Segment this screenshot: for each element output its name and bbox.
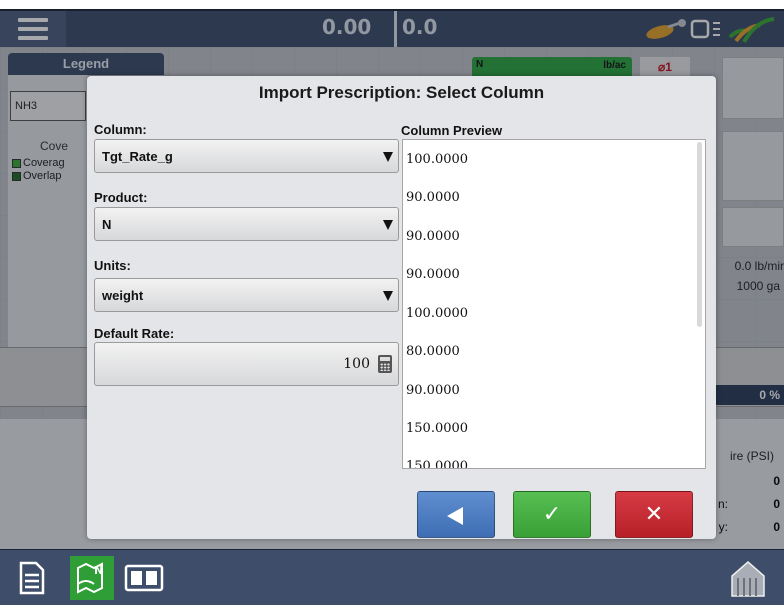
document-icon: [19, 561, 45, 595]
bottom-nav-bar: N: [0, 549, 784, 605]
list-item: 90.0000: [406, 229, 460, 244]
column-preview-label: Column Preview: [401, 123, 503, 138]
close-x-icon: ✕: [644, 502, 664, 527]
svg-text:N: N: [94, 564, 103, 577]
split-view-button[interactable]: [122, 556, 166, 600]
dialog-title: Import Prescription: Select Column: [258, 83, 545, 102]
chevron-down-icon: [383, 291, 393, 301]
list-item: 150.0000: [406, 421, 469, 436]
list-item: 90.0000: [406, 267, 460, 282]
app-screen: 0.00 0.0 Legend NH3 Cove Coverag Overlap…: [0, 0, 784, 605]
barn-button[interactable]: [726, 556, 770, 600]
list-item: 100.0000: [406, 152, 469, 167]
product-label: Product:: [94, 190, 148, 205]
units-dropdown[interactable]: weight: [94, 278, 399, 312]
back-arrow-icon: [447, 507, 463, 525]
back-button[interactable]: [417, 491, 495, 538]
product-value: N: [102, 217, 112, 232]
import-prescription-dialog: Import Prescription: Select Column Colum…: [87, 76, 716, 539]
barn-icon: [731, 561, 765, 597]
cancel-button[interactable]: ✕: [615, 491, 693, 538]
chevron-down-icon: [383, 152, 393, 162]
list-item: 90.0000: [406, 383, 460, 398]
default-rate-value: 100: [343, 356, 370, 372]
column-dropdown[interactable]: Tgt_Rate_g: [94, 139, 399, 173]
column-value: Tgt_Rate_g: [102, 149, 173, 164]
document-button[interactable]: [10, 556, 54, 600]
split-view-icon: [124, 564, 164, 592]
preview-scrollbar[interactable]: [697, 142, 702, 327]
list-item: 100.0000: [406, 306, 469, 321]
prescription-map-icon: N: [77, 562, 103, 594]
list-item: 90.0000: [406, 190, 460, 205]
prescription-map-button[interactable]: N: [70, 556, 114, 600]
column-label: Column:: [94, 122, 147, 137]
units-value: weight: [102, 288, 144, 303]
confirm-button[interactable]: ✓: [513, 491, 591, 538]
column-preview-list[interactable]: 100.0000 90.0000 90.0000 90.0000 100.000…: [402, 139, 706, 469]
default-rate-label: Default Rate:: [94, 326, 175, 341]
checkmark-icon: ✓: [542, 502, 562, 527]
product-dropdown[interactable]: N: [94, 207, 399, 241]
calculator-icon[interactable]: [378, 355, 392, 373]
chevron-down-icon: [383, 220, 393, 230]
list-item: 80.0000: [406, 344, 460, 359]
list-item: 150.0000: [406, 459, 469, 469]
units-label: Units:: [94, 258, 131, 273]
default-rate-input[interactable]: 100: [94, 342, 399, 386]
